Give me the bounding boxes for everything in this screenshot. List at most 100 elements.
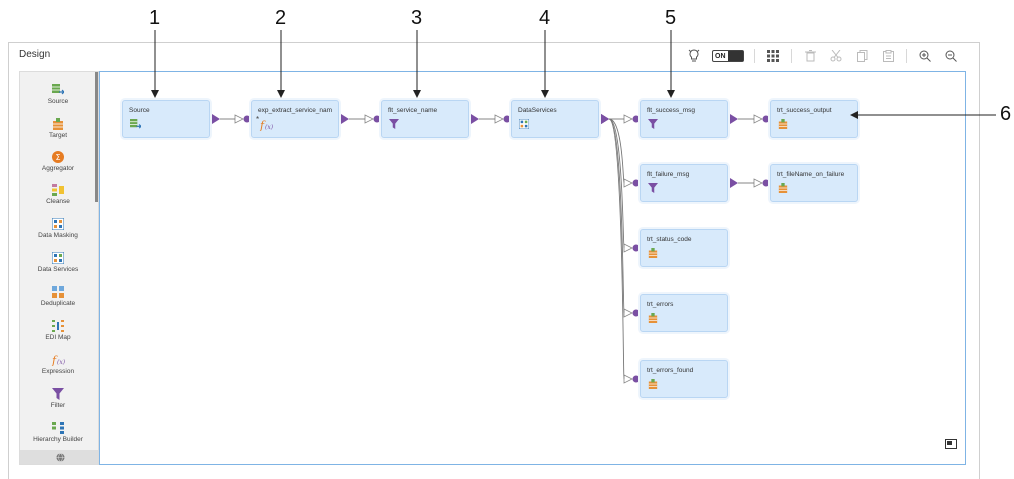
target-icon (53, 118, 63, 130)
toolbar-divider (906, 49, 907, 63)
input-arrow (623, 114, 633, 124)
palette-item-hierarchy-builder[interactable]: Hierarchy Builder (20, 422, 96, 443)
palette-item-label: Data Masking (38, 232, 78, 239)
node-label: trt_errors_found (647, 367, 694, 374)
palette-item-label: EDI Map (45, 334, 71, 341)
node-trt-errors[interactable]: trt_errors (640, 294, 728, 332)
palette-item-data-services[interactable]: Data Services (20, 252, 96, 273)
toggle-label: ON (713, 52, 728, 60)
input-port (632, 115, 640, 123)
design-toolbar: ON (686, 45, 959, 67)
node-source[interactable]: Source (122, 100, 210, 138)
palette-item-data-masking[interactable]: Data Masking (20, 218, 96, 239)
node-exp-extract-service-name[interactable]: exp_extract_service_nam * f (x) (251, 100, 339, 138)
input-arrow (494, 114, 504, 124)
palette-item-label: Hierarchy Builder (33, 436, 83, 443)
callout-6: 6 (1000, 103, 1012, 125)
palette-item-source[interactable]: Source (20, 84, 96, 105)
node-label: DataServices (518, 107, 557, 114)
input-arrow (623, 374, 633, 384)
paste-icon[interactable] (880, 48, 896, 64)
data-masking-icon (52, 218, 64, 230)
copy-icon[interactable] (854, 48, 870, 64)
filter-icon (52, 388, 64, 400)
node-flt-success-msg[interactable]: flt_success_msg (640, 100, 728, 138)
target-icon (778, 119, 788, 129)
svg-text:(x): (x) (265, 124, 273, 131)
svg-text:Σ: Σ (55, 153, 60, 162)
callout-5: 5 (665, 7, 677, 29)
node-label: trt_errors (647, 301, 674, 308)
design-title: Design (19, 49, 51, 60)
target-icon (648, 313, 658, 323)
output-port (601, 114, 609, 124)
input-port (632, 179, 640, 187)
cut-icon[interactable] (828, 48, 844, 64)
globe-icon[interactable] (55, 452, 65, 462)
palette-item-target[interactable]: Target (20, 118, 96, 139)
expression-icon: f (x) (259, 119, 273, 131)
transformation-palette: Source Target Σ Aggregator Cleanse Data … (19, 71, 99, 465)
filter-icon (648, 183, 658, 193)
toolbar-divider (754, 49, 755, 63)
auto-layout-toggle[interactable]: ON (712, 50, 744, 62)
input-port (243, 115, 251, 123)
palette-item-cleanse[interactable]: Cleanse (20, 184, 96, 205)
palette-item-label: Filter (50, 402, 66, 409)
source-icon (52, 84, 64, 95)
callout-4: 4 (539, 7, 551, 29)
toolbar-divider (791, 49, 792, 63)
node-label: flt_failure_msg (647, 171, 690, 178)
node-label: flt_service_name (388, 107, 438, 114)
palette-item-edi-map[interactable]: EDI Map (20, 320, 96, 341)
node-label: flt_success_msg (647, 107, 696, 114)
input-arrow (753, 114, 763, 124)
palette-item-deduplicate[interactable]: Deduplicate (20, 286, 96, 307)
palette-item-label: Target (48, 132, 68, 139)
hierarchy-builder-icon (52, 422, 64, 434)
node-dataservices[interactable]: DataServices (511, 100, 599, 138)
minimap-icon[interactable] (945, 436, 957, 454)
data-services-icon (52, 252, 64, 264)
zoom-out-icon[interactable] (943, 48, 959, 64)
node-flt-service-name[interactable]: flt_service_name (381, 100, 469, 138)
data-services-icon (519, 119, 529, 129)
palette-footer (20, 450, 98, 464)
node-trt-errors-found[interactable]: trt_errors_found (640, 360, 728, 398)
input-port (632, 375, 640, 383)
grid-layout-icon[interactable] (765, 48, 781, 64)
source-icon (130, 119, 141, 129)
zoom-in-icon[interactable] (917, 48, 933, 64)
target-icon (648, 379, 658, 389)
design-panel: Design ON Source Target Σ Aggregator Cle… (8, 42, 980, 479)
aggregator-icon: Σ (52, 151, 64, 163)
node-flt-failure-msg[interactable]: flt_failure_msg (640, 164, 728, 202)
svg-text:(x): (x) (57, 359, 65, 366)
output-port (341, 114, 349, 124)
callout-2: 2 (275, 7, 287, 29)
node-label: trt_status_code (647, 236, 692, 243)
palette-item-label: Data Services (37, 266, 79, 273)
mapping-canvas[interactable]: Source exp_extract_service_nam * f (x) fl… (99, 71, 966, 465)
palette-item-expression[interactable]: f (x) Expression (20, 354, 96, 375)
palette-item-filter[interactable]: Filter (20, 388, 96, 409)
target-icon (648, 248, 658, 258)
filter-icon (389, 119, 399, 129)
input-arrow (753, 178, 763, 188)
output-port (212, 114, 220, 124)
node-trt-filename-on-failure[interactable]: trt_fileName_on_failure (770, 164, 858, 202)
palette-item-label: Deduplicate (40, 300, 76, 307)
input-port (762, 115, 770, 123)
input-port (503, 115, 511, 123)
output-port (730, 114, 738, 124)
delete-icon[interactable] (802, 48, 818, 64)
filter-icon (648, 119, 658, 129)
input-port (632, 309, 640, 317)
node-label: trt_success_output (777, 107, 832, 114)
node-trt-success-output[interactable]: trt_success_output (770, 100, 858, 138)
node-label: Source (129, 107, 150, 114)
palette-item-aggregator[interactable]: Σ Aggregator (20, 151, 96, 172)
node-trt-status-code[interactable]: trt_status_code (640, 229, 728, 267)
lightbulb-icon[interactable] (686, 48, 702, 64)
input-port (373, 115, 381, 123)
